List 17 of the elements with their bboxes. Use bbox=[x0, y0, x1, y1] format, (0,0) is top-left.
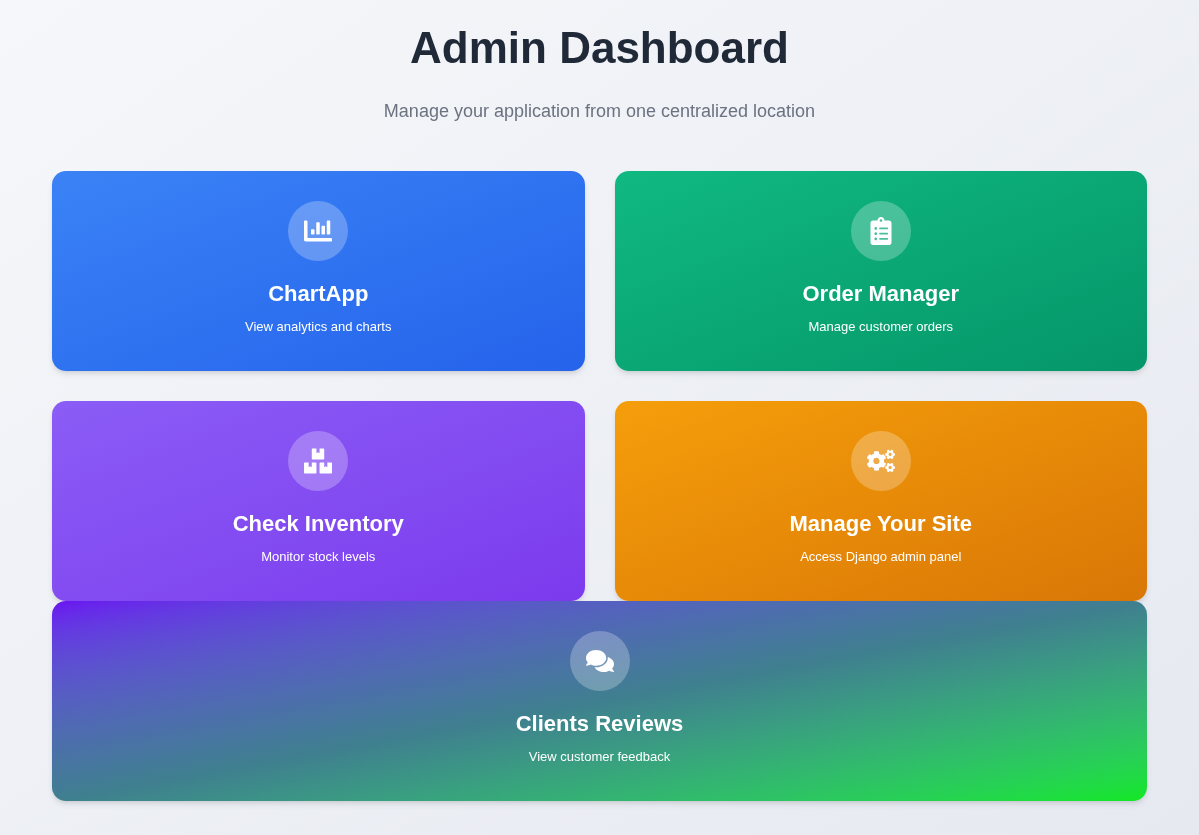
page-subtitle: Manage your application from one centralized location bbox=[383, 100, 816, 123]
dashboard-card[interactable]: Clients Reviews View customer feedback bbox=[52, 601, 1147, 801]
page-title: Admin Dashboard bbox=[410, 22, 789, 74]
card-description: Manage customer orders bbox=[808, 318, 953, 336]
card-description: Access Django admin panel bbox=[800, 548, 962, 566]
card-title: Order Manager bbox=[802, 280, 959, 308]
dashboard-card[interactable]: Manage Your Site Access Django admin panel bbox=[614, 401, 1147, 601]
dashboard-card[interactable]: ChartApp View analytics and charts bbox=[52, 171, 585, 371]
card-description: Monitor stock levels bbox=[261, 548, 376, 566]
dashboard-card[interactable]: Check Inventory Monitor stock levels bbox=[52, 401, 585, 601]
card-description: View analytics and charts bbox=[245, 318, 392, 336]
card-title: Check Inventory bbox=[232, 510, 404, 538]
dashboard-card[interactable]: Order Manager Manage customer orders bbox=[614, 171, 1147, 371]
card-description: View customer feedback bbox=[528, 748, 671, 766]
card-title: ChartApp bbox=[268, 280, 369, 308]
card-title: Manage Your Site bbox=[789, 510, 973, 538]
card-title: Clients Reviews bbox=[515, 710, 684, 738]
